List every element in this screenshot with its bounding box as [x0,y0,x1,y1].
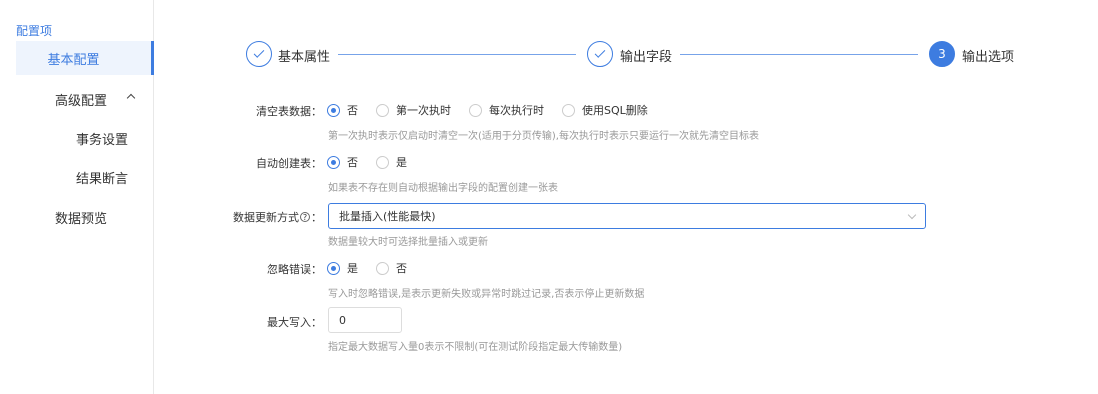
option-label: 是 [396,156,407,169]
option-label: 每次执行时 [489,104,544,117]
option-label: 否 [396,262,407,275]
sidebar-title: 配置项 [16,24,53,38]
ignore-error-hint: 写入时忽略错误,是表示更新失败或异常时跳过记录,否表示停止更新数据 [328,289,645,300]
truncate-option-no[interactable]: 否 [327,102,358,118]
truncate-radio-group: 否 第一次执时 每次执行时 使用SQL删除 [327,102,666,118]
option-label: 使用SQL删除 [582,104,648,117]
step-3-number: 3 [938,47,946,61]
option-label: 否 [347,104,358,117]
sidebar-item-advanced-config[interactable]: 高级配置 [0,82,154,116]
label-colon: ： [311,211,322,224]
truncate-option-sql-delete[interactable]: 使用SQL删除 [562,102,648,118]
ignore-error-option-yes[interactable]: 是 [327,260,358,276]
sidebar-item-label: 事务设置 [76,132,129,148]
update-mode-label: 数据更新方式?： [182,209,322,225]
radio-icon [376,155,389,169]
auto-create-radio-group: 否 是 [327,154,425,170]
step-3-label: 输出选项 [962,50,1015,65]
auto-create-label: 自动创建表： [256,157,322,170]
sidebar: 配置项 基本配置 高级配置 事务设置 结果断言 数据预览 [0,0,154,394]
auto-create-option-no[interactable]: 否 [327,154,358,170]
radio-icon [376,103,389,117]
ignore-error-option-no[interactable]: 否 [376,260,407,276]
step-connector [338,54,576,55]
truncate-option-every-run[interactable]: 每次执行时 [469,102,544,118]
max-write-label: 最大写入： [267,316,322,329]
radio-icon [562,103,575,117]
radio-checked-icon [327,261,340,275]
option-label: 否 [347,156,358,169]
update-mode-value: 批量插入(性能最快) [339,210,436,223]
truncate-hint: 第一次执时表示仅启动时清空一次(适用于分页传输),每次执行时表示只要运行一次就先… [328,131,759,142]
sidebar-item-assertion[interactable]: 结果断言 [0,160,154,194]
help-icon[interactable]: ? [300,212,310,222]
truncate-label: 清空表数据： [256,105,322,118]
option-label: 第一次执时 [396,104,451,117]
max-write-input[interactable]: 0 [328,307,402,333]
truncate-option-first-run[interactable]: 第一次执时 [376,102,451,118]
main-content: 基本属性 输出字段 3 输出选项 清空表数据： 否 第一次执时 每次执行时 使用… [154,0,1098,394]
sidebar-item-transaction[interactable]: 事务设置 [0,121,154,155]
check-icon [253,47,265,58]
sidebar-item-label: 基本配置 [47,52,100,68]
auto-create-option-yes[interactable]: 是 [376,154,407,170]
radio-icon [376,261,389,275]
step-1-indicator [246,41,272,67]
update-mode-label-text: 数据更新方式 [233,211,299,224]
sidebar-item-label: 高级配置 [55,93,108,109]
sidebar-item-data-preview[interactable]: 数据预览 [0,200,154,234]
step-2-label: 输出字段 [620,50,673,65]
step-2-indicator [587,41,613,67]
radio-icon [469,103,482,117]
auto-create-hint: 如果表不存在则自动根据输出字段的配置创建一张表 [328,183,558,194]
radio-checked-icon [327,155,340,169]
check-icon [594,47,606,58]
ignore-error-radio-group: 是 否 [327,260,425,276]
step-3-indicator: 3 [929,41,955,67]
max-write-hint: 指定最大数据写入量0表示不限制(可在测试阶段指定最大传输数量) [328,342,623,353]
option-label: 是 [347,262,358,275]
ignore-error-label: 忽略错误： [267,263,322,276]
chevron-up-icon [126,93,136,103]
max-write-value: 0 [339,313,346,327]
update-mode-select[interactable]: 批量插入(性能最快) [328,203,926,229]
sidebar-item-label: 结果断言 [76,171,129,187]
sidebar-item-label: 数据预览 [55,211,108,227]
update-mode-hint: 数据量较大时可选择批量插入或更新 [328,237,488,248]
chevron-down-icon [907,210,917,220]
radio-checked-icon [327,103,340,117]
step-connector [680,54,918,55]
step-1-label: 基本属性 [278,50,331,65]
sidebar-item-basic-config[interactable]: 基本配置 [16,41,154,75]
